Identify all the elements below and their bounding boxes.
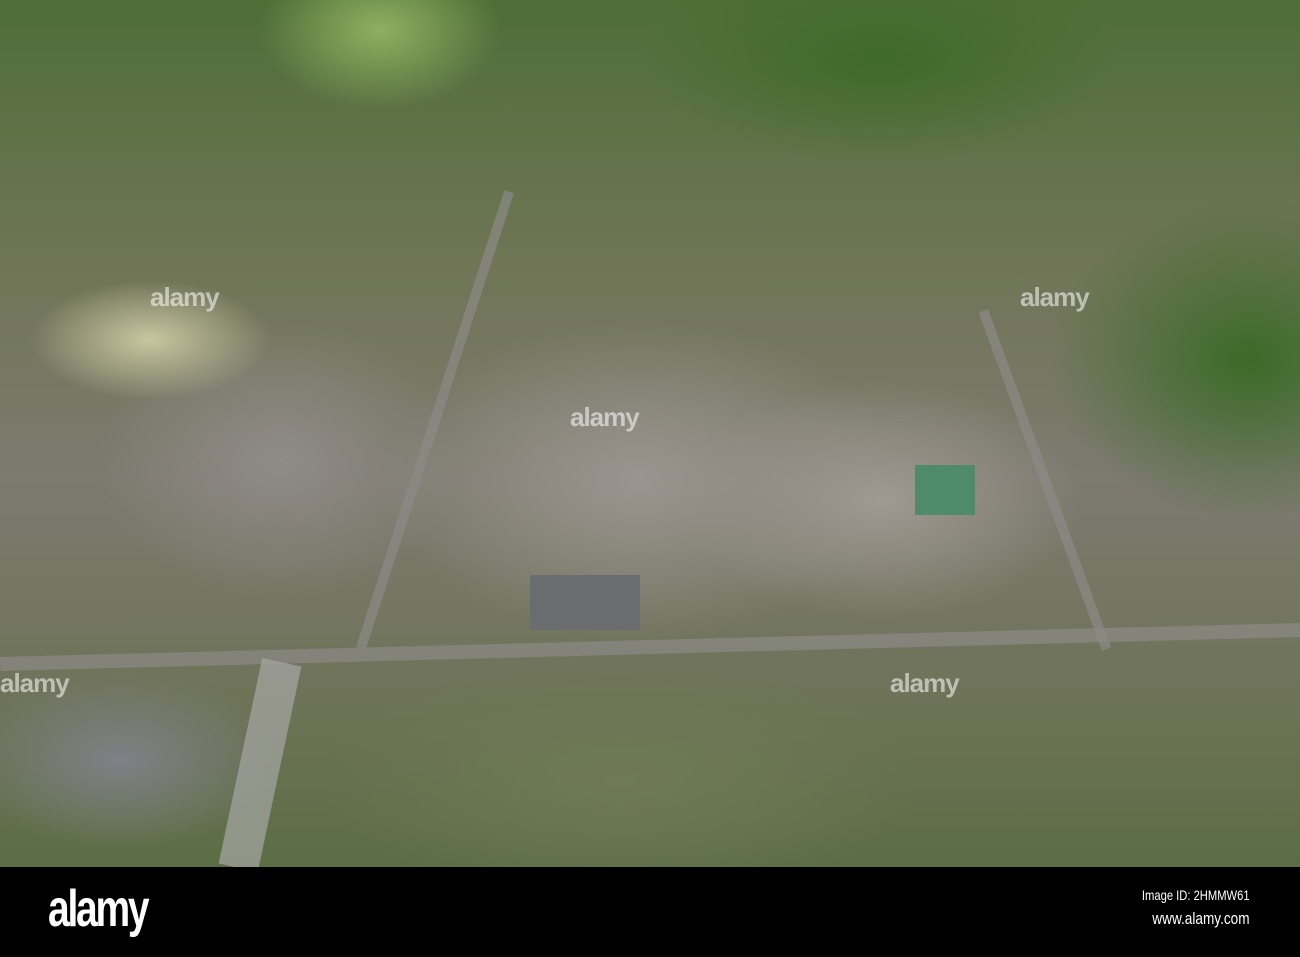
image-id: Image ID: 2HMMW61 <box>1142 887 1250 903</box>
parking-lot <box>530 575 640 630</box>
watermark: alamy <box>1020 282 1090 312</box>
footer-bar: alamy Image ID: 2HMMW61 www.alamy.com <box>0 867 1300 957</box>
watermark: alamy <box>150 282 220 312</box>
watermark: alamy <box>570 402 640 432</box>
road <box>978 309 1112 651</box>
alamy-logo: alamy <box>48 880 150 938</box>
road <box>356 190 514 650</box>
site-url: www.alamy.com <box>1152 909 1250 928</box>
aerial-photo: alamy alamy alamy alamy alamy <box>0 0 1300 867</box>
watermark: alamy <box>890 668 960 698</box>
tram-road <box>218 658 302 867</box>
watermark: alamy <box>0 668 70 698</box>
church-roof <box>915 465 975 515</box>
